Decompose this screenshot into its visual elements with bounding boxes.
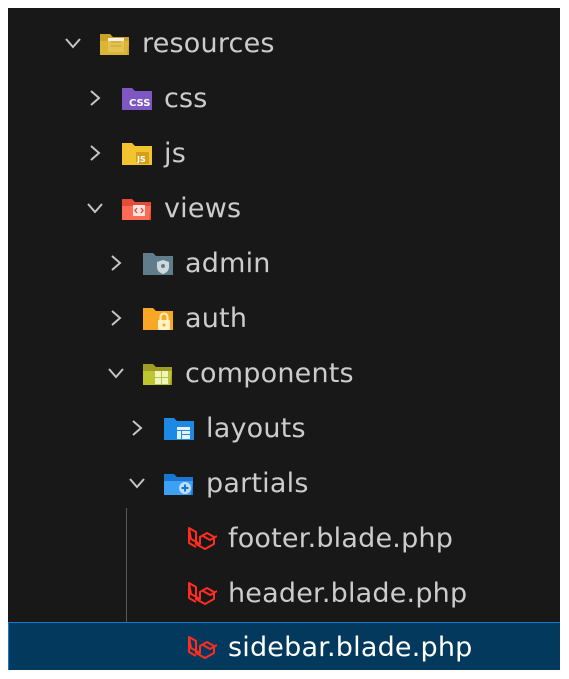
tree-item-auth[interactable]: auth [8,293,560,343]
tree-item-label: header.blade.php [228,577,468,609]
tree-item-label: auth [185,302,248,334]
chevron-right-icon[interactable] [84,87,106,109]
tree-item-resources[interactable]: resources [8,18,560,68]
chevron-down-icon[interactable] [105,362,127,384]
tree-item-label: admin [185,247,271,279]
folder-partials-open-icon [162,468,196,498]
tree-item-header-blade[interactable]: header.blade.php [8,568,560,618]
chevron-right-icon[interactable] [84,142,106,164]
folder-js-icon: JS [120,138,154,168]
laravel-blade-file-icon [184,578,218,608]
tree-item-label: sidebar.blade.php [228,631,473,663]
tree-item-admin[interactable]: admin [8,238,560,288]
file-explorer-tree: resources CSS css JS js views admin auth… [8,8,560,670]
tree-item-partials[interactable]: partials [8,458,560,508]
tree-item-label: footer.blade.php [228,522,454,554]
tree-item-components[interactable]: components [8,348,560,398]
folder-admin-icon [141,248,175,278]
chevron-right-icon[interactable] [126,417,148,439]
folder-auth-icon [141,303,175,333]
chevron-down-icon[interactable] [84,197,106,219]
tree-item-sidebar-blade[interactable]: sidebar.blade.php [8,622,560,670]
tree-item-layouts[interactable]: layouts [8,403,560,453]
svg-text:CSS: CSS [129,98,150,109]
folder-layouts-icon [162,413,196,443]
tree-item-js[interactable]: JS js [8,128,560,178]
chevron-right-icon[interactable] [105,307,127,329]
chevron-right-icon[interactable] [105,252,127,274]
tree-item-views[interactable]: views [8,183,560,233]
tree-item-footer-blade[interactable]: footer.blade.php [8,513,560,563]
laravel-blade-file-icon [184,632,218,662]
tree-item-label: components [185,357,354,389]
tree-item-label: layouts [206,412,306,444]
folder-components-open-icon [141,358,175,388]
tree-item-css[interactable]: CSS css [8,73,560,123]
tree-item-label: js [164,137,186,169]
tree-item-label: partials [206,467,309,499]
folder-views-open-icon [120,193,154,223]
chevron-down-icon[interactable] [62,32,84,54]
folder-resources-open-icon [98,28,132,58]
laravel-blade-file-icon [184,523,218,553]
tree-item-label: views [164,192,242,224]
chevron-down-icon[interactable] [126,472,148,494]
svg-text:JS: JS [136,155,146,164]
tree-item-label: css [164,82,208,114]
tree-item-label: resources [142,27,275,59]
folder-css-icon: CSS [120,83,154,113]
